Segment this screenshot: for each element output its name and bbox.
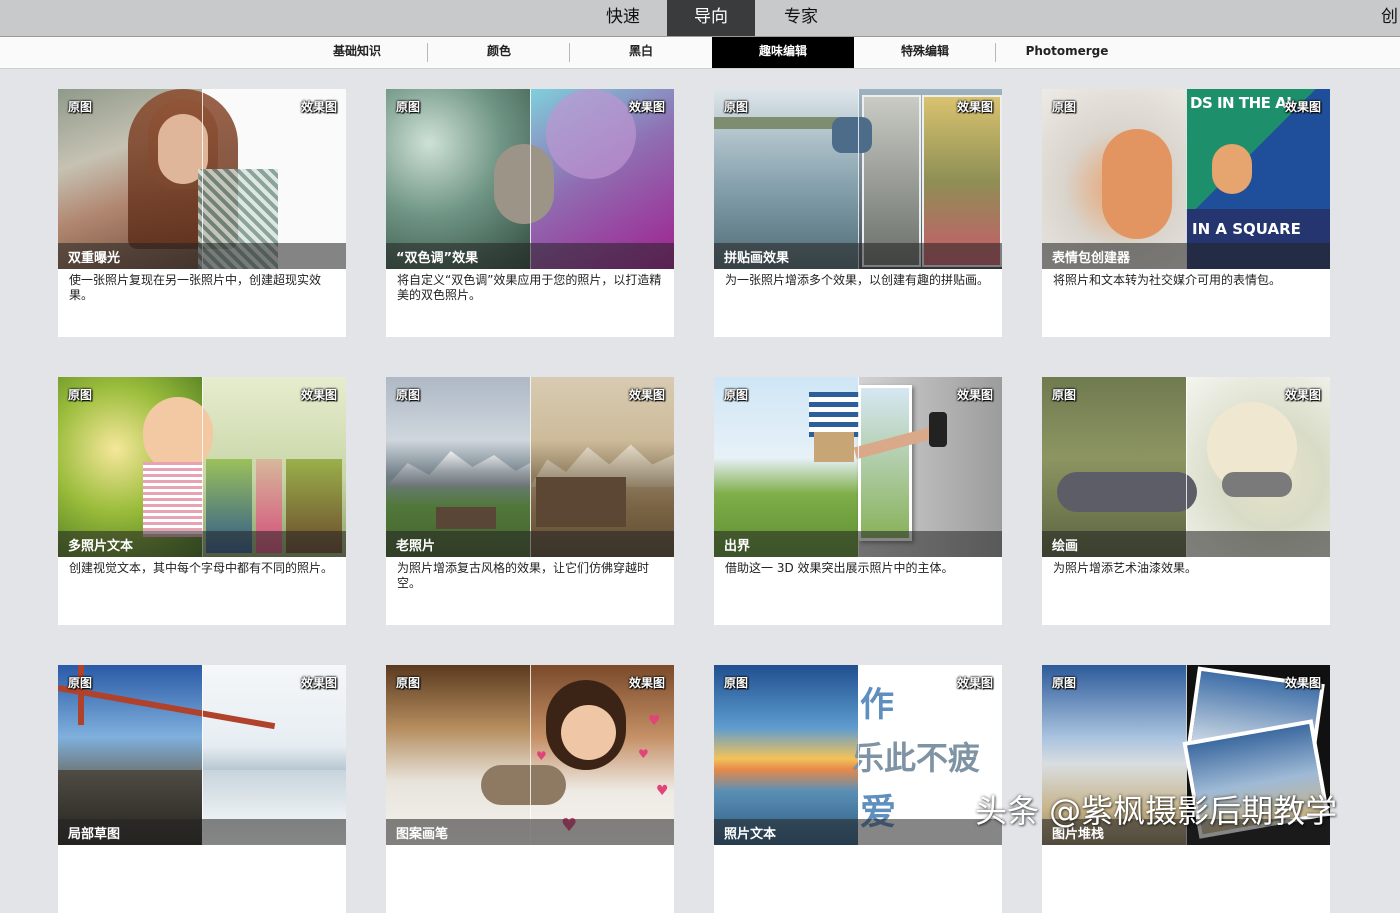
card-title-bar: 老照片 [386,531,674,557]
card-thumbnail: 原图 效果图 出界 [714,377,1002,557]
card-description: 为照片增添艺术油漆效果。 [1053,561,1198,575]
card-thumbnail: 原图 效果图 老照片 [386,377,674,557]
after-label: 效果图 [628,100,665,114]
card-title: 绘画 [1052,539,1079,554]
card-thumbnail: 原图 效果图 双重曝光 [58,89,346,269]
card-title: “双色调”效果 [396,251,479,266]
after-label: 效果图 [628,388,665,402]
card-title-bar: 出界 [714,531,1002,557]
before-label: 原图 [1052,388,1077,402]
card-title: 拼贴画效果 [724,251,790,266]
card-description: 为一张照片增添多个效果，以创建有趣的拼贴画。 [725,273,990,287]
before-label: 原图 [724,388,749,402]
before-label: 原图 [724,676,749,690]
card-partial-sketch[interactable]: 原图 效果图 局部草图 [58,665,346,913]
mode-quick[interactable]: 快速 [579,0,667,36]
card-title: 局部草图 [68,827,121,842]
after-label: 效果图 [1284,676,1321,690]
before-label: 原图 [1052,100,1077,114]
card-title-bar: 照片文本 [714,819,1002,845]
after-label: 效果图 [956,388,993,402]
card-thumbnail: 原图 效果图 “双色调”效果 [386,89,674,269]
card-out-of-bounds[interactable]: 原图 效果图 出界 借助这一 3D 效果突出展示照片中的主体。 [714,377,1002,625]
card-thumbnail: 原图 效果图 绘画 [1042,377,1330,557]
before-label: 原图 [68,676,93,690]
after-label: 效果图 [956,100,993,114]
card-title-bar: 局部草图 [58,819,346,845]
card-thumbnail: ♥ ♥ ♥ ♥ ♥ 原图 效果图 图案画笔 [386,665,674,845]
card-description: 创建视觉文本，其中每个字母中都有不同的照片。 [69,561,334,575]
card-duotone[interactable]: 原图 效果图 “双色调”效果 将自定义“双色调”效果应用于您的照片，以打造精美的… [386,89,674,337]
card-title: 图案画笔 [396,827,449,842]
before-label: 原图 [724,100,749,114]
card-description: 使一张照片复现在另一张照片中，创建超现实效果。 [69,273,322,302]
card-multi-photo-text[interactable]: 原图 效果图 多照片文本 创建视觉文本，其中每个字母中都有不同的照片。 [58,377,346,625]
card-thumbnail: 原图 效果图 拼贴画效果 [714,89,1002,269]
card-title-bar: “双色调”效果 [386,243,674,269]
card-title-bar: 图案画笔 [386,819,674,845]
card-title: 照片文本 [724,827,777,842]
before-label: 原图 [396,676,421,690]
card-title-bar: 双重曝光 [58,243,346,269]
card-thumbnail: 原图 效果图 多照片文本 [58,377,346,557]
tab-fun-edits[interactable]: 趣味编辑 [712,37,854,68]
card-description: 借助这一 3D 效果突出展示照片中的主体。 [725,561,954,575]
card-title-bar: 绘画 [1042,531,1330,557]
after-label: 效果图 [300,676,337,690]
card-title: 老照片 [396,539,436,554]
after-label: 效果图 [300,100,337,114]
after-label: 效果图 [956,676,993,690]
card-description: 将照片和文本转为社交媒介可用的表情包。 [1053,273,1282,287]
card-collage[interactable]: 原图 效果图 拼贴画效果 为一张照片增添多个效果，以创建有趣的拼贴画。 [714,89,1002,337]
card-photo-text[interactable]: 作 乐此不疲 爱 原图 效果图 照片文本 [714,665,1002,913]
card-title: 表情包创建器 [1052,251,1131,266]
card-painterly[interactable]: 原图 效果图 绘画 为照片增添艺术油漆效果。 [1042,377,1330,625]
mode-expert[interactable]: 专家 [757,0,845,36]
photo-text-line-2: 乐此不疲 [852,739,981,777]
watermark-text: 头条 @紫枫摄影后期教学 [975,792,1338,830]
after-label: 效果图 [628,676,665,690]
before-label: 原图 [68,100,93,114]
tab-black-white[interactable]: 黑白 [570,37,712,68]
meme-bottom-text: IN A SQUARE [1192,220,1301,238]
tab-color[interactable]: 颜色 [428,37,570,68]
before-label: 原图 [396,388,421,402]
card-title-bar: 多照片文本 [58,531,346,557]
before-label: 原图 [1052,676,1077,690]
tab-photomerge[interactable]: Photomerge [996,37,1138,68]
card-title: 出界 [724,539,751,554]
tab-special-edits[interactable]: 特殊编辑 [854,37,996,68]
card-description: 将自定义“双色调”效果应用于您的照片，以打造精美的双色照片。 [397,273,662,302]
card-meme-maker[interactable]: DS IN THE AI IN A SQUARE 原图 效果图 表情包创建器 将… [1042,89,1330,337]
card-double-exposure[interactable]: 原图 效果图 双重曝光 使一张照片复现在另一张照片中，创建超现实效果。 [58,89,346,337]
card-thumbnail: DS IN THE AI IN A SQUARE 原图 效果图 表情包创建器 [1042,89,1330,269]
after-label: 效果图 [300,388,337,402]
card-thumbnail: 作 乐此不疲 爱 原图 效果图 照片文本 [714,665,1002,845]
guided-category-tabs: 基础知识 颜色 黑白 趣味编辑 特殊编辑 Photomerge [0,37,1400,69]
photo-text-line-1: 作 [860,685,894,725]
tab-basics[interactable]: 基础知识 [286,37,428,68]
before-label: 原图 [396,100,421,114]
card-title-bar: 拼贴画效果 [714,243,1002,269]
after-label: 效果图 [1284,388,1321,402]
meme-top-text: DS IN THE AI [1190,94,1292,112]
before-label: 原图 [68,388,93,402]
card-title-bar: 表情包创建器 [1042,243,1330,269]
card-old-photo[interactable]: 原图 效果图 老照片 为照片增添复古风格的效果，让它们仿佛穿越时空。 [386,377,674,625]
card-title: 多照片文本 [68,539,134,554]
mode-bar: 快速 导向 专家 创 [0,0,1400,37]
mode-guided[interactable]: 导向 [667,0,755,36]
create-menu[interactable]: 创 [1381,0,1400,36]
after-label: 效果图 [1284,100,1321,114]
card-pattern-brush[interactable]: ♥ ♥ ♥ ♥ ♥ 原图 效果图 图案画笔 [386,665,674,913]
card-description: 为照片增添复古风格的效果，让它们仿佛穿越时空。 [397,561,650,590]
card-title: 双重曝光 [68,251,121,266]
card-thumbnail: 原图 效果图 局部草图 [58,665,346,845]
